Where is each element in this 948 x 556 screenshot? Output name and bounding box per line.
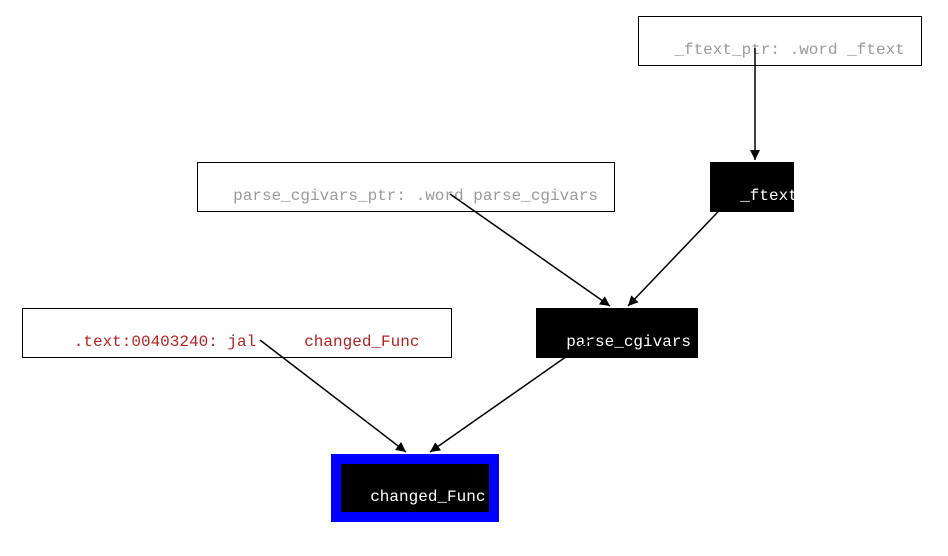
node-jal-instruction[interactable]: .text:00403240: jal changed_Func <box>22 308 452 358</box>
node-ftext-label: _ftext <box>740 187 798 205</box>
node-parse-cgivars-label: parse_cgivars <box>566 333 691 351</box>
node-ftext[interactable]: _ftext <box>710 162 794 212</box>
node-parse-cgivars-ptr[interactable]: parse_cgivars_ptr: .word parse_cgivars <box>197 162 615 212</box>
node-parse-cgivars[interactable]: parse_cgivars <box>536 308 698 358</box>
node-parse-cgivars-ptr-label: parse_cgivars_ptr: .word parse_cgivars <box>233 187 598 205</box>
node-jal-label: .text:00403240: jal changed_Func <box>74 333 420 351</box>
node-ftext-ptr[interactable]: _ftext_ptr: .word _ftext <box>638 16 922 66</box>
node-changed-func-label: changed_Func <box>370 488 485 506</box>
node-ftext-ptr-label: _ftext_ptr: .word _ftext <box>674 41 904 59</box>
node-changed-func[interactable]: changed_Func <box>331 454 499 522</box>
